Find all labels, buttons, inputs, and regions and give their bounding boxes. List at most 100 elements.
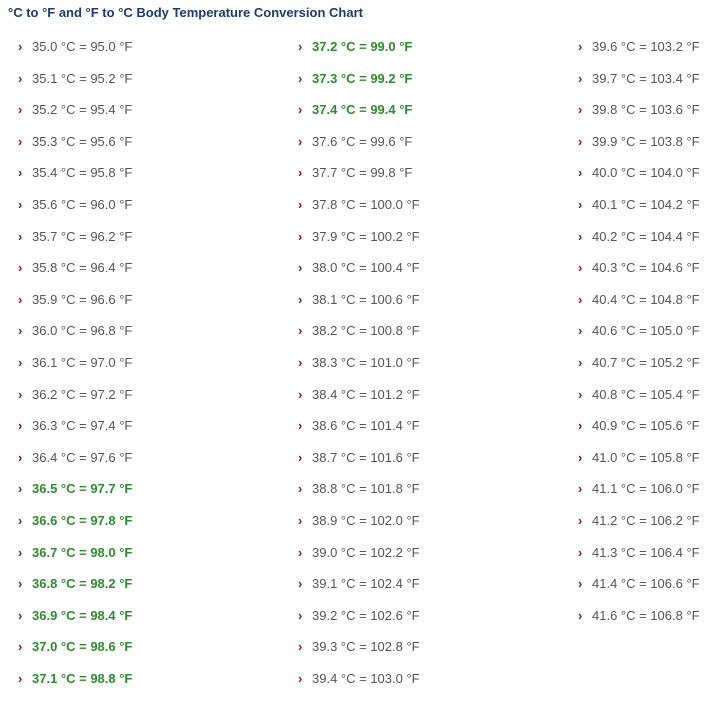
chevron-right-icon: ›	[18, 70, 23, 86]
list-item: › 35.6 °C = 96.0 °F	[18, 196, 248, 228]
chevron-right-icon: ›	[18, 512, 23, 528]
list-item: › 41.3 °C = 106.4 °F	[578, 544, 720, 576]
chevron-right-icon: ›	[578, 291, 583, 307]
conversion-value: 39.7 °C = 103.4 °F	[592, 70, 700, 86]
list-item: › 36.5 °C = 97.7 °F	[18, 480, 248, 512]
chevron-right-icon: ›	[298, 670, 303, 686]
conversion-value: 39.9 °C = 103.8 °F	[592, 133, 700, 149]
conversion-value: 40.1 °C = 104.2 °F	[592, 196, 700, 212]
chevron-right-icon: ›	[298, 133, 303, 149]
conversion-value: 40.4 °C = 104.8 °F	[592, 291, 700, 307]
list-item: › 36.3 °C = 97.4 °F	[18, 417, 248, 449]
conversion-value: 37.4 °C = 99.4 °F	[312, 102, 413, 118]
conversion-value: 35.4 °C = 95.8 °F	[32, 165, 133, 181]
conversion-value: 41.2 °C = 106.2 °F	[592, 512, 700, 528]
list-item: › 35.7 °C = 96.2 °F	[18, 228, 248, 260]
list-item: › 37.9 °C = 100.2 °F	[298, 228, 528, 260]
conversion-value: 37.9 °C = 100.2 °F	[312, 228, 420, 244]
chevron-right-icon: ›	[298, 481, 303, 497]
list-item: › 37.7 °C = 99.8 °F	[298, 164, 528, 196]
list-item: › 40.0 °C = 104.0 °F	[578, 164, 720, 196]
conversion-value: 37.0 °C = 98.6 °F	[32, 639, 133, 655]
list-item: › 35.1 °C = 95.2 °F	[18, 70, 248, 102]
list-item: › 38.3 °C = 101.0 °F	[298, 354, 528, 386]
chevron-right-icon: ›	[18, 260, 23, 276]
chevron-right-icon: ›	[578, 354, 583, 370]
page-title: °C to °F and °F to °C Body Temperature C…	[8, 5, 363, 20]
conversion-value: 37.6 °C = 99.6 °F	[312, 133, 413, 149]
list-item: › 36.8 °C = 98.2 °F	[18, 575, 248, 607]
list-item: › 36.1 °C = 97.0 °F	[18, 354, 248, 386]
conversion-value: 36.3 °C = 97.4 °F	[32, 418, 133, 434]
chevron-right-icon: ›	[578, 512, 583, 528]
list-item: › 39.9 °C = 103.8 °F	[578, 133, 720, 165]
conversion-value: 36.0 °C = 96.8 °F	[32, 323, 133, 339]
chevron-right-icon: ›	[298, 323, 303, 339]
conversion-value: 38.3 °C = 101.0 °F	[312, 354, 420, 370]
conversion-value: 40.3 °C = 104.6 °F	[592, 260, 700, 276]
conversion-value: 41.0 °C = 105.8 °F	[592, 449, 700, 465]
chevron-right-icon: ›	[18, 418, 23, 434]
list-item: › 38.4 °C = 101.2 °F	[298, 386, 528, 418]
chevron-right-icon: ›	[298, 639, 303, 655]
chevron-right-icon: ›	[18, 165, 23, 181]
list-item: › 41.0 °C = 105.8 °F	[578, 449, 720, 481]
chevron-right-icon: ›	[578, 260, 583, 276]
chevron-right-icon: ›	[18, 228, 23, 244]
list-item: › 35.2 °C = 95.4 °F	[18, 101, 248, 133]
chevron-right-icon: ›	[578, 544, 583, 560]
list-item: › 38.6 °C = 101.4 °F	[298, 417, 528, 449]
chevron-right-icon: ›	[298, 196, 303, 212]
list-item: › 41.1 °C = 106.0 °F	[578, 480, 720, 512]
chevron-right-icon: ›	[18, 576, 23, 592]
list-item: › 36.9 °C = 98.4 °F	[18, 607, 248, 639]
list-item: › 41.4 °C = 106.6 °F	[578, 575, 720, 607]
conversion-value: 36.6 °C = 97.8 °F	[32, 512, 133, 528]
conversion-value: 41.4 °C = 106.6 °F	[592, 576, 700, 592]
list-item: › 37.3 °C = 99.2 °F	[298, 70, 528, 102]
conversion-value: 40.7 °C = 105.2 °F	[592, 354, 700, 370]
chevron-right-icon: ›	[298, 39, 303, 54]
conversion-value: 38.9 °C = 102.0 °F	[312, 512, 420, 528]
chevron-right-icon: ›	[578, 39, 583, 54]
conversion-value: 40.6 °C = 105.0 °F	[592, 323, 700, 339]
chevron-right-icon: ›	[298, 165, 303, 181]
list-item: › 37.6 °C = 99.6 °F	[298, 133, 528, 165]
list-item: › 36.4 °C = 97.6 °F	[18, 449, 248, 481]
conversion-value: 40.9 °C = 105.6 °F	[592, 418, 700, 434]
chevron-right-icon: ›	[18, 449, 23, 465]
chevron-right-icon: ›	[578, 576, 583, 592]
chevron-right-icon: ›	[298, 354, 303, 370]
conversion-column-3: › 39.6 °C = 103.2 °F › 39.7 °C = 103.4 °F › 3…	[578, 38, 720, 638]
chevron-right-icon: ›	[18, 386, 23, 402]
chevron-right-icon: ›	[298, 576, 303, 592]
list-item: › 40.6 °C = 105.0 °F	[578, 322, 720, 354]
list-item: › 37.0 °C = 98.6 °F	[18, 638, 248, 670]
chevron-right-icon: ›	[578, 228, 583, 244]
conversion-value: 35.9 °C = 96.6 °F	[32, 291, 133, 307]
chevron-right-icon: ›	[18, 196, 23, 212]
chevron-right-icon: ›	[18, 323, 23, 339]
chevron-right-icon: ›	[298, 386, 303, 402]
chevron-right-icon: ›	[18, 670, 23, 686]
list-item: › 38.0 °C = 100.4 °F	[298, 259, 528, 291]
list-item: › 36.7 °C = 98.0 °F	[18, 544, 248, 576]
list-item: › 40.9 °C = 105.6 °F	[578, 417, 720, 449]
list-item: › 35.8 °C = 96.4 °F	[18, 259, 248, 291]
conversion-value: 35.7 °C = 96.2 °F	[32, 228, 133, 244]
conversion-value: 37.2 °C = 99.0 °F	[312, 39, 413, 54]
conversion-value: 40.2 °C = 104.4 °F	[592, 228, 700, 244]
conversion-value: 37.1 °C = 98.8 °F	[32, 670, 133, 686]
conversion-value: 39.8 °C = 103.6 °F	[592, 102, 700, 118]
list-item: › 41.2 °C = 106.2 °F	[578, 512, 720, 544]
list-item: › 37.1 °C = 98.8 °F	[18, 670, 248, 701]
conversion-value: 36.5 °C = 97.7 °F	[32, 481, 133, 497]
conversion-value: 35.0 °C = 95.0 °F	[32, 39, 133, 54]
list-item: › 40.4 °C = 104.8 °F	[578, 291, 720, 323]
list-item: › 35.3 °C = 95.6 °F	[18, 133, 248, 165]
conversion-value: 36.8 °C = 98.2 °F	[32, 576, 133, 592]
chevron-right-icon: ›	[298, 512, 303, 528]
list-item: › 39.4 °C = 103.0 °F	[298, 670, 528, 701]
chevron-right-icon: ›	[298, 418, 303, 434]
conversion-column-2: › 37.2 °C = 99.0 °F › 37.3 °C = 99.2 °F › 37.…	[298, 38, 528, 701]
